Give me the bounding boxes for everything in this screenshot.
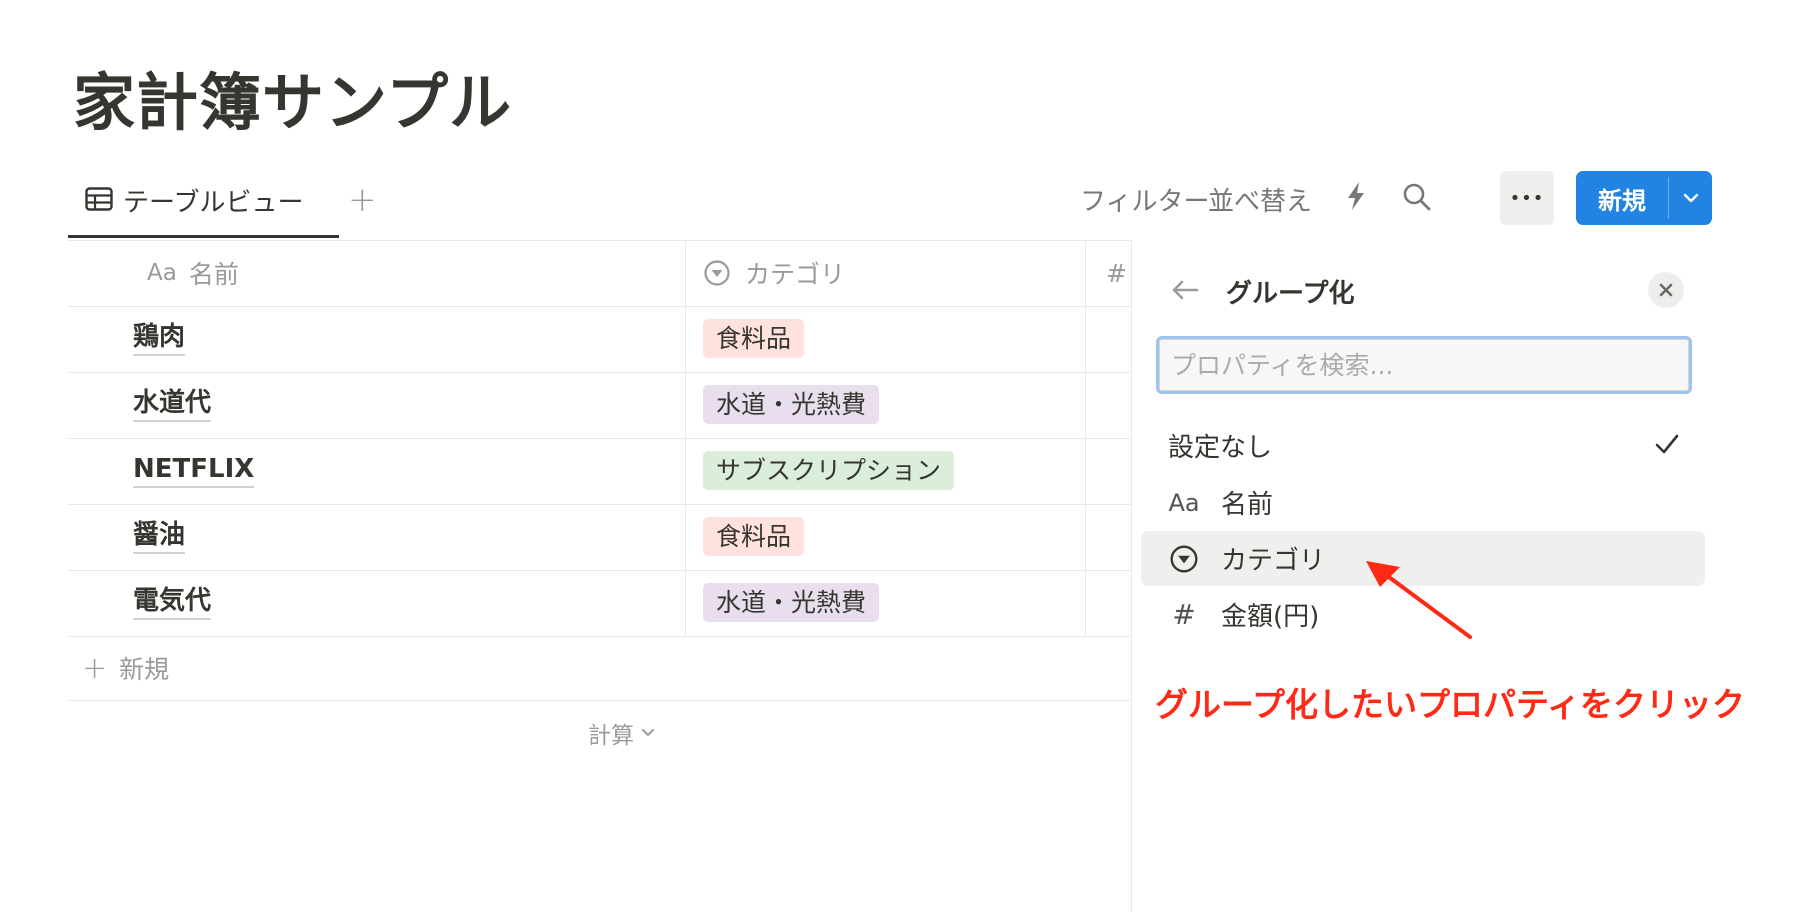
column-header-label: カテゴリ xyxy=(745,260,846,289)
chevron-down-icon[interactable] xyxy=(1669,171,1712,225)
number-type-icon: # xyxy=(1106,258,1127,288)
column-divider xyxy=(685,240,686,636)
sort-button[interactable]: 並べ替え xyxy=(1208,181,1312,218)
row-name-cell[interactable]: 水道代 xyxy=(133,386,212,422)
group-option-name[interactable]: Aa 名前 xyxy=(1141,475,1705,530)
annotation-arrow-icon xyxy=(1366,561,1472,639)
column-divider xyxy=(1085,240,1086,636)
row-name-cell[interactable]: NETFLIX xyxy=(133,452,255,488)
close-button[interactable] xyxy=(1648,272,1684,308)
category-tag[interactable]: 食料品 xyxy=(703,517,805,556)
option-label: 金額(円) xyxy=(1221,602,1320,632)
category-tag[interactable]: 食料品 xyxy=(703,319,805,358)
row-divider xyxy=(68,570,1131,571)
row-divider xyxy=(68,372,1131,373)
calculate-label: 計算 xyxy=(588,723,634,749)
annotation-text: グループ化したいプロパティをクリック xyxy=(1155,685,1746,724)
select-icon xyxy=(1167,544,1201,574)
database-toolbar: テーブルビュー + フィルター 並べ替え ••• 新規 xyxy=(68,166,1712,238)
row-divider xyxy=(68,504,1131,505)
tab-table-view[interactable]: テーブルビュー xyxy=(68,166,339,238)
filter-button[interactable]: フィルター xyxy=(1080,181,1209,218)
chevron-down-icon xyxy=(640,727,656,739)
text-type-icon: Aa xyxy=(1168,488,1200,517)
column-header-name[interactable]: Aa 名前 xyxy=(147,240,239,306)
row-name-cell[interactable]: 電気代 xyxy=(133,584,212,620)
option-label: 名前 xyxy=(1221,490,1274,520)
table-icon xyxy=(85,186,113,215)
page-title: 家計簿サンプル xyxy=(73,66,513,139)
automation-lightning-icon[interactable] xyxy=(1344,180,1368,216)
row-name-cell[interactable]: 鶏肉 xyxy=(133,320,186,356)
calculate-button[interactable]: 計算 xyxy=(588,716,656,750)
category-tag[interactable]: 水道・光熱費 xyxy=(703,385,880,424)
row-divider xyxy=(68,636,1131,637)
column-header-category[interactable]: カテゴリ xyxy=(703,240,845,306)
row-divider xyxy=(68,438,1131,439)
close-icon xyxy=(1658,282,1674,298)
number-type-icon: # xyxy=(1172,598,1196,631)
category-tag[interactable]: 水道・光熱費 xyxy=(703,583,880,622)
more-dots-icon: ••• xyxy=(1509,187,1545,209)
back-arrow-icon[interactable] xyxy=(1170,278,1200,306)
search-icon[interactable] xyxy=(1402,182,1432,216)
column-header-label: 名前 xyxy=(188,260,239,289)
option-label: カテゴリ xyxy=(1221,546,1326,576)
group-option-none[interactable]: 設定なし xyxy=(1141,418,1705,473)
column-header-amount[interactable]: # xyxy=(1106,240,1127,306)
text-type-icon: Aa xyxy=(147,260,177,286)
select-icon xyxy=(703,259,731,287)
property-search-input[interactable] xyxy=(1156,336,1692,394)
more-options-button[interactable]: ••• xyxy=(1500,171,1554,225)
panel-title: グループ化 xyxy=(1226,279,1355,309)
add-row-label: 新規 xyxy=(119,655,170,684)
option-label: 設定なし xyxy=(1168,433,1273,463)
plus-icon: + xyxy=(82,650,108,686)
new-button[interactable]: 新規 xyxy=(1576,171,1712,225)
row-name-cell[interactable]: 醤油 xyxy=(133,518,186,554)
add-view-icon[interactable]: + xyxy=(348,180,377,220)
header-divider xyxy=(68,306,1131,307)
checkmark-icon xyxy=(1655,429,1679,462)
category-tag[interactable]: サブスクリプション xyxy=(703,451,955,490)
new-button-label: 新規 xyxy=(1598,186,1646,215)
footer-divider xyxy=(68,700,1131,701)
tab-label: テーブルビュー xyxy=(123,188,304,218)
add-row-button[interactable]: + 新規 xyxy=(82,650,169,686)
